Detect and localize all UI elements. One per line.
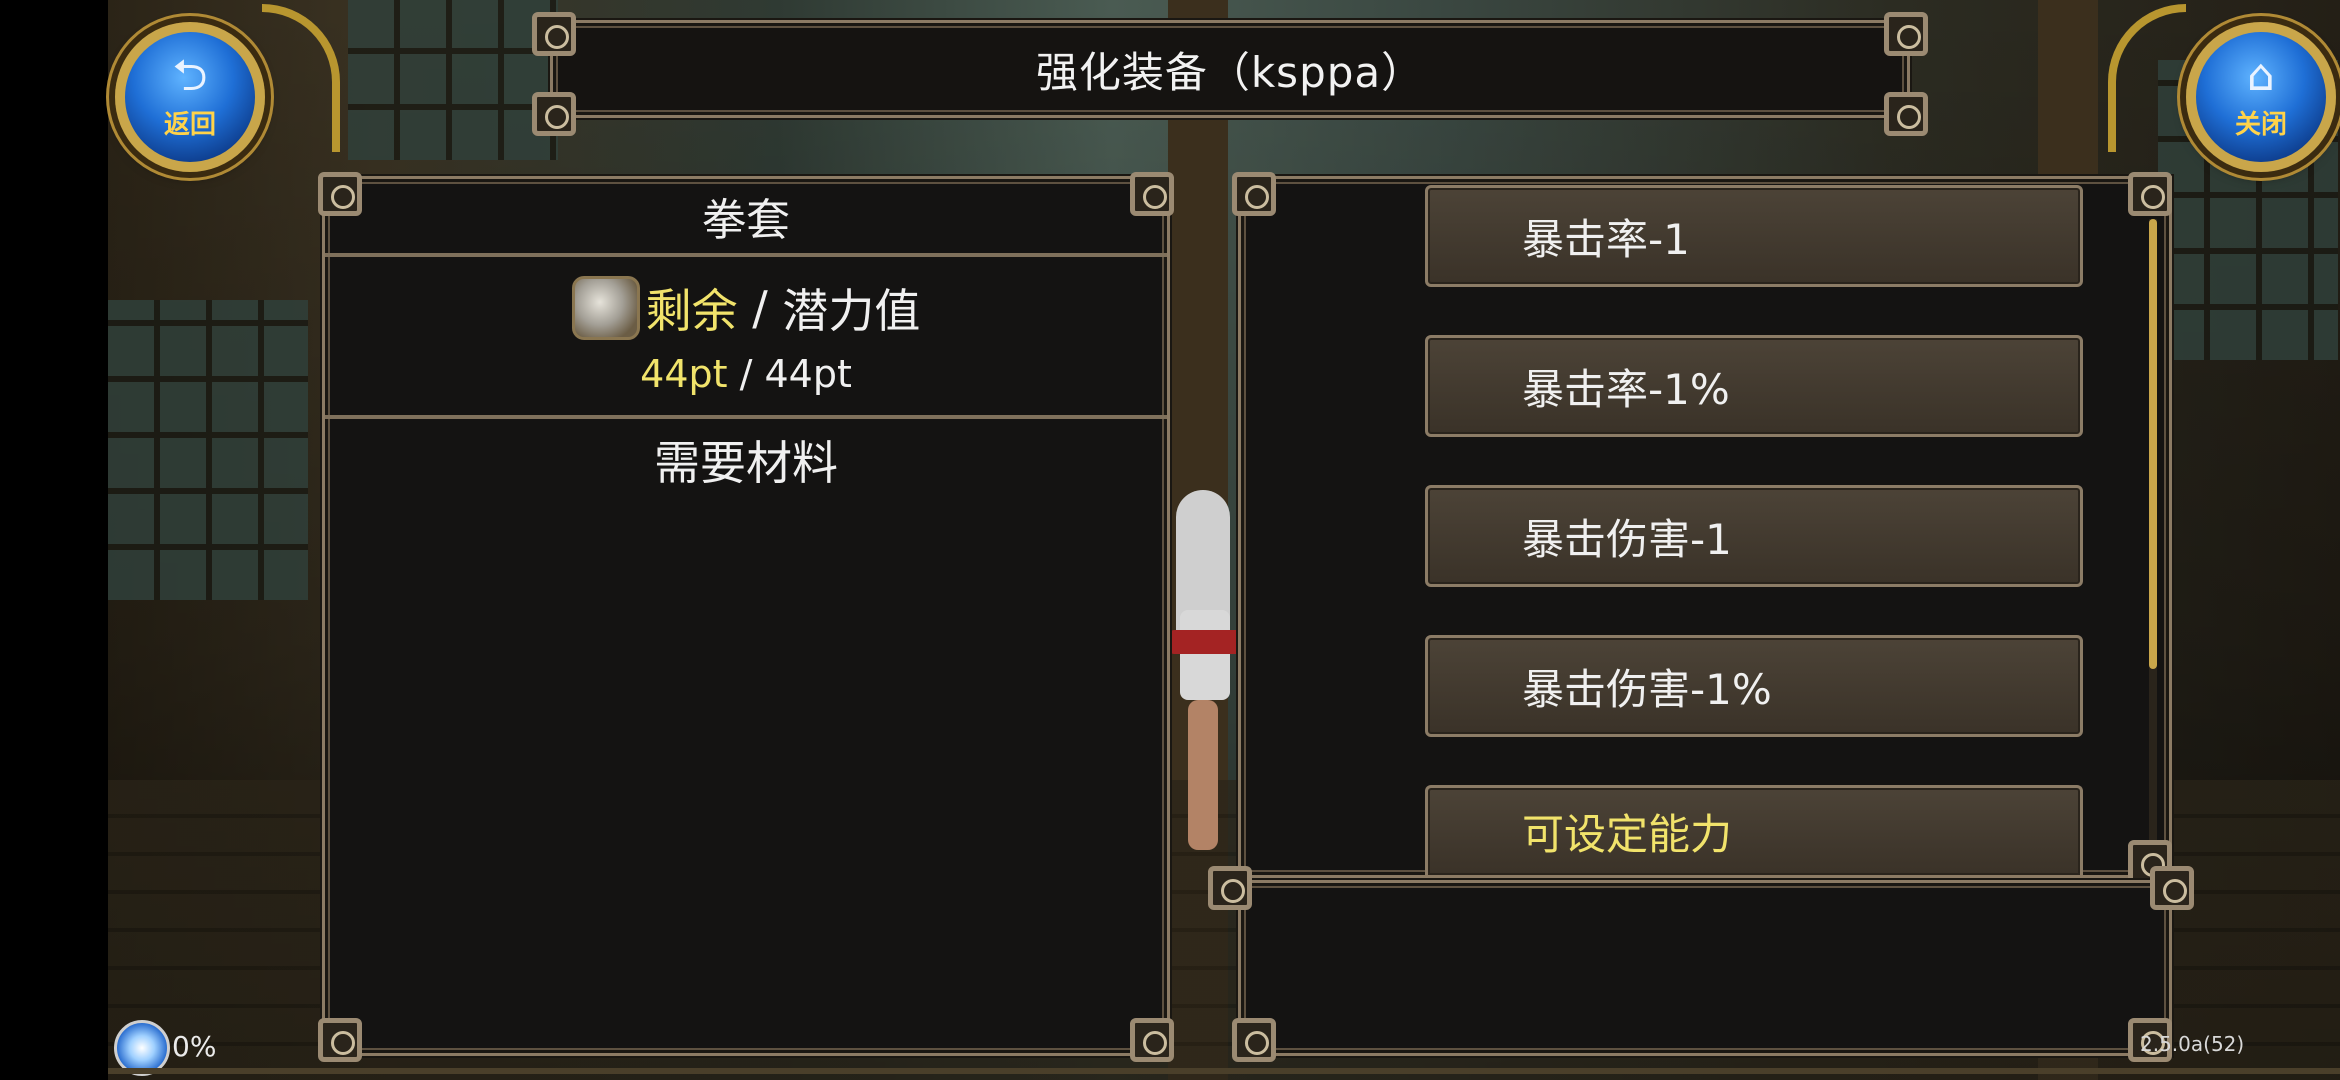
potential-value: 44pt	[764, 352, 852, 396]
character-leg	[1188, 700, 1218, 850]
loading-percent: 0%	[172, 1030, 217, 1063]
corner-ornament-icon	[1232, 172, 1276, 216]
remaining-value: 44pt	[640, 352, 728, 396]
corner-ornament-icon	[2128, 172, 2172, 216]
option-label: 暴击率-1	[1522, 214, 1690, 264]
back-button-label: 返回	[163, 109, 216, 140]
corner-ornament-icon	[318, 172, 362, 216]
home-icon: ⌂	[2247, 49, 2275, 101]
corner-ornament-icon	[2150, 866, 2194, 910]
corner-ornament-icon	[1130, 172, 1174, 216]
page-title: 强化装备（ksppa）	[1035, 47, 1425, 97]
bottom-divider	[108, 1068, 2340, 1074]
potential-label: 潜力值	[782, 284, 921, 338]
corner-ornament-icon	[1130, 1018, 1174, 1062]
corner-ornament-icon	[1884, 12, 1928, 56]
potential-separator: /	[737, 281, 783, 335]
corner-ornament-icon	[318, 1018, 362, 1062]
player-character	[1160, 490, 1240, 870]
corner-ornament-icon	[532, 12, 576, 56]
back-arrow-icon: ⮌	[172, 49, 208, 101]
character-belt	[1170, 630, 1240, 654]
corner-ornament-icon	[1884, 92, 1928, 136]
scroll-thumb[interactable]	[2149, 219, 2157, 669]
corner-ornament-icon	[1208, 866, 1252, 910]
potential-value-separator: /	[727, 352, 765, 396]
materials-title: 需要材料	[654, 436, 838, 490]
background-window	[348, 0, 558, 160]
option-label: 可设定能力	[1522, 810, 1733, 859]
corner-ornament-icon	[532, 92, 576, 136]
version-label: 2.5.0a(52)	[2140, 1032, 2245, 1056]
option-list-panel: 暴击率-1 暴击率-1% 暴击伤害-1 暴击伤害-1% 可设定能力	[1238, 176, 2172, 878]
option-button[interactable]: 暴击伤害-1	[1425, 485, 2083, 587]
option-list-scrollbar[interactable]	[2149, 219, 2157, 859]
anvil-icon	[571, 276, 640, 340]
option-button[interactable]: 暴击率-1%	[1425, 335, 2083, 437]
close-button-label: 关闭	[2234, 109, 2287, 140]
character-body	[1180, 610, 1230, 700]
option-label: 暴击伤害-1%	[1522, 664, 1772, 714]
option-button-configurable[interactable]: 可设定能力	[1425, 785, 2083, 875]
potential-values-row: 44pt / 44pt	[325, 352, 1167, 396]
remaining-label: 剩余	[645, 284, 738, 338]
equipment-info-panel: 拳套 剩余 / 潜力值 44pt / 44pt 需要材料	[322, 176, 1170, 1056]
close-button[interactable]: ⌂ 关闭	[2186, 22, 2336, 172]
back-button[interactable]: ⮌ 返回	[115, 22, 265, 172]
background-window	[108, 300, 308, 600]
equipment-name: 拳套	[325, 179, 1167, 257]
title-bar: 强化装备（ksppa）	[550, 20, 1910, 118]
description-panel	[1238, 880, 2172, 1056]
potential-section: 剩余 / 潜力值 44pt / 44pt	[325, 257, 1167, 419]
option-label: 暴击率-1%	[1522, 364, 1730, 414]
corner-ornament-icon	[1232, 1018, 1276, 1062]
potential-label-row: 剩余 / 潜力值	[325, 275, 1167, 341]
option-label: 暴击伤害-1	[1522, 514, 1732, 564]
option-button[interactable]: 暴击伤害-1%	[1425, 635, 2083, 737]
option-button[interactable]: 暴击率-1	[1425, 185, 2083, 287]
